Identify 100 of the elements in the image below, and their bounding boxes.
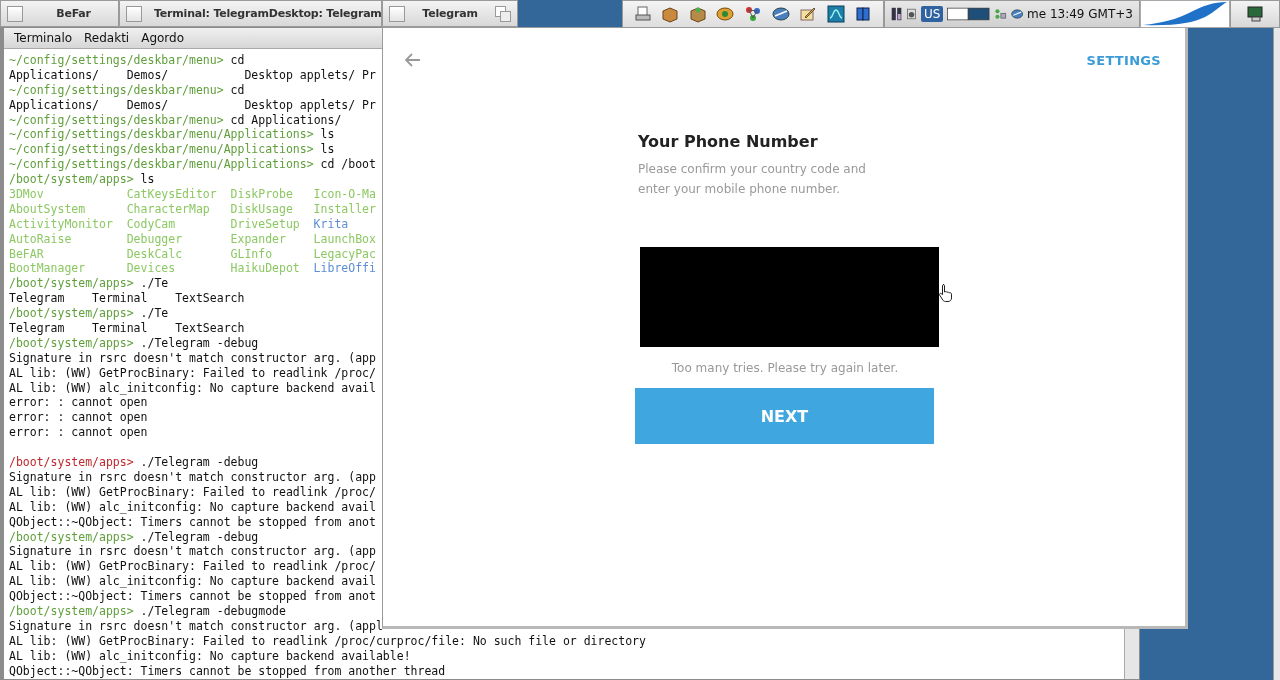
output-text: AL lib: (WW) GetProcBinary: Failed to readlink /proc/ — [9, 484, 376, 499]
output-text: Signature in rsrc doesn't match constructor arg. (appl — [9, 618, 383, 633]
error-text: Too many tries. Please try again later. — [670, 361, 900, 375]
hand-cursor-icon — [938, 283, 954, 303]
nodes-icon[interactable] — [743, 5, 762, 23]
app-name: DeskCalc — [126, 246, 183, 261]
output-text: AL lib: (WW) GetProcBinary: Failed to readlink /proc/curproc/file: No such file or directory — [9, 633, 646, 648]
output-text: AL lib: (WW) alc_initconfig: No capture backend avail — [9, 574, 376, 589]
printer-icon[interactable] — [633, 5, 652, 23]
app-name: LibreOffi — [313, 261, 376, 276]
prompt-text: /boot/system/apps> — [9, 306, 134, 321]
globe-icon[interactable] — [716, 5, 735, 23]
prompt-text: ~/config/settings/deskbar/menu/Applications> — [9, 127, 314, 142]
app-name: GLInfo — [230, 246, 273, 261]
output-text: AL lib: (WW) GetProcBinary: Failed to readlink /proc/ — [9, 365, 376, 380]
clock-text: me 13:49 GMT+3 — [1027, 7, 1133, 21]
app-name: CodyCam — [126, 216, 176, 231]
app-name: Devices — [126, 261, 176, 276]
prompt-text: /boot/system/apps> — [9, 172, 134, 187]
app-name: Krita — [313, 216, 349, 231]
command-text: cd /boot — [320, 157, 376, 172]
output-text: error: : cannot open — [9, 410, 148, 425]
app-name: AutoRaise — [9, 231, 72, 246]
output-text: Signature in rsrc doesn't match constructor arg. (app — [9, 544, 376, 559]
window-tab[interactable]: Terminal: TelegramDesktop: Telegram — [119, 0, 382, 27]
command-text: ./Telegram -debugmode — [140, 603, 286, 618]
close-box[interactable] — [126, 5, 142, 22]
output-text: Applications/ Demos/ Desktop applets/ Pr — [9, 97, 376, 112]
scrollbar[interactable] — [1124, 629, 1139, 679]
command-text: ls — [320, 142, 335, 157]
app-name: DriveSetup — [230, 216, 300, 231]
prompt-text: /boot/system/apps> — [9, 529, 134, 544]
window-tab[interactable]: Telegram — [382, 0, 518, 27]
zoom-icon[interactable] — [495, 5, 511, 22]
command-text: cd — [230, 82, 245, 97]
output-text: Applications/ Demos/ Desktop applets/ Pr — [9, 67, 376, 82]
title-text: Your Phone Number — [638, 132, 819, 151]
command-text: ./Telegram -debug — [140, 455, 259, 470]
app-name: CatKeysEditor — [126, 187, 217, 201]
box-icon[interactable] — [688, 5, 707, 23]
output-text: AL lib: (WW) GetProcBinary: Failed to readlink /proc/ — [9, 559, 376, 574]
app-name: BootManager — [9, 261, 86, 276]
screen-icon — [1246, 5, 1264, 23]
app-name: 3DMov — [9, 187, 44, 201]
output-text: AL lib: (WW) alc_initconfig: No capture backend avail — [9, 499, 376, 514]
output-text: AL lib: (WW) alc_initconfig: No capture backend avail — [9, 380, 376, 395]
disc-icon[interactable] — [771, 5, 790, 23]
box-icon[interactable] — [661, 5, 680, 23]
command-text: ./Telegram -debug — [140, 529, 259, 544]
prompt-text: /boot/system/apps> — [9, 603, 134, 618]
app-name: ActivityMonitor — [9, 216, 113, 231]
prompt-text: /boot/system/apps> — [9, 276, 134, 291]
app-name: Expander — [230, 231, 286, 246]
output-text: QObject::~QObject: Timers cannot be stopped from another thread — [9, 663, 446, 678]
output-text: error: : cannot open — [9, 395, 148, 410]
close-box[interactable] — [389, 5, 405, 22]
app-name: CharacterMap — [126, 201, 210, 216]
app-name: LaunchBox — [313, 231, 376, 246]
pencil-icon[interactable] — [799, 5, 818, 23]
command-text: ./Telegram -debug — [140, 335, 259, 350]
command-text: ls — [320, 127, 335, 142]
prompt-text: ~/config/settings/deskbar/menu> — [9, 82, 224, 97]
output-text: Telegram Terminal TextSearch — [9, 321, 245, 336]
window-switch-button[interactable] — [1230, 0, 1280, 28]
app-name: Debugger — [126, 231, 183, 246]
prompt-text: ~/config/settings/deskbar/menu> — [9, 112, 224, 127]
menu-item[interactable]: Redakti — [80, 31, 134, 45]
wave-icon[interactable] — [826, 5, 845, 23]
command-text: ls — [140, 172, 155, 187]
output-text: error: : cannot open — [9, 425, 148, 440]
description-text: Please confirm your country code and enter your mobile phone number. — [638, 161, 867, 198]
book-icon[interactable] — [854, 5, 873, 23]
prompt-text: /boot/system/apps> — [9, 455, 134, 470]
app-name: DiskUsage — [230, 201, 293, 216]
output-text: QObject::~QObject: Timers cannot be stopped from anot — [9, 589, 376, 604]
app-name: BeFAR — [9, 246, 44, 261]
workspaces-icon[interactable] — [947, 5, 991, 23]
app-name: AboutSystem — [9, 201, 86, 216]
command-text: cd Applications/ — [230, 112, 342, 127]
app-name: LegacyPac — [313, 246, 376, 261]
output-text: QObject::~QObject: Timers cannot be stopped from anot — [9, 514, 376, 529]
output-text: AL lib: (WW) alc_initconfig: No capture backend available! — [9, 648, 411, 663]
app-name: Installer — [313, 201, 376, 216]
app-name: Icon-O-Ma — [313, 187, 376, 201]
keymap-label[interactable]: US — [921, 6, 944, 22]
app-name: HaikuDepot — [230, 261, 300, 276]
app-name: DiskProbe — [230, 187, 293, 201]
output-text: Telegram Terminal TextSearch — [9, 291, 245, 306]
prompt-text: ~/config/settings/deskbar/menu> — [9, 53, 224, 67]
window-tab[interactable]: BeFar — [0, 0, 119, 27]
prompt-text: ~/config/settings/deskbar/menu/Applications> — [9, 142, 314, 157]
output-text: Signature in rsrc doesn't match constructor arg. (app — [9, 350, 376, 365]
command-text: ./Te — [140, 276, 169, 291]
menu-item[interactable]: Terminalo — [10, 31, 77, 45]
command-text: cd — [230, 53, 245, 67]
close-box[interactable] — [7, 5, 23, 22]
menu-item[interactable]: Agordo — [137, 31, 189, 45]
prompt-text: /boot/system/apps> — [9, 335, 134, 350]
output-text: Signature in rsrc doesn't match constructor arg. (app — [9, 469, 376, 484]
command-text: ./Te — [140, 306, 169, 321]
